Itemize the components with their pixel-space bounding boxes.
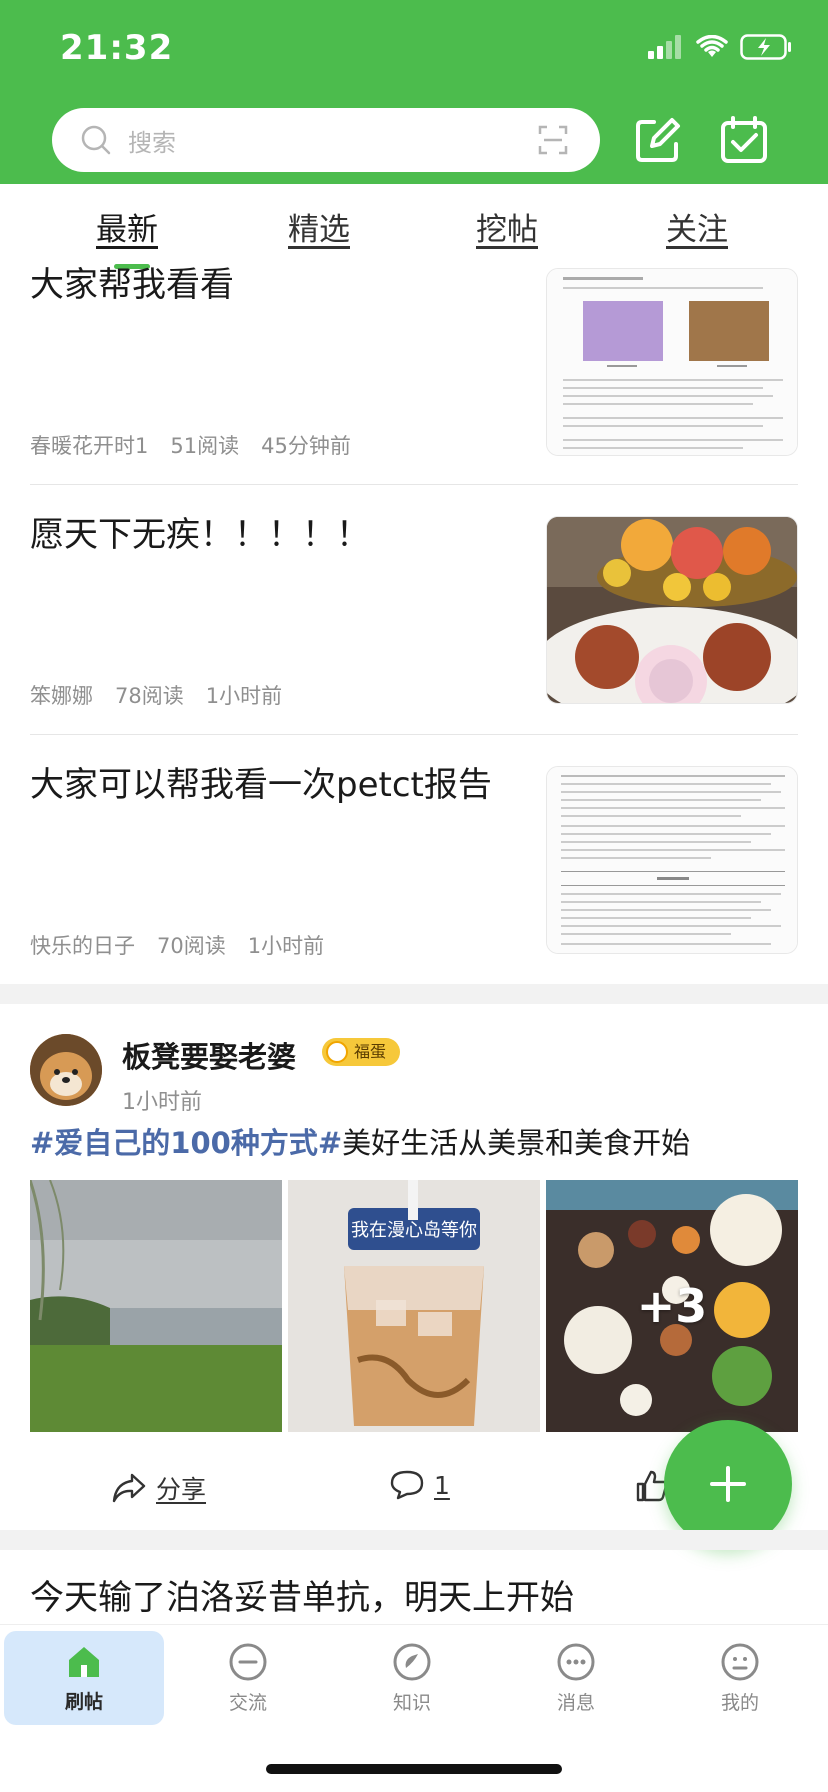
post-meta: 笨娜娜 78阅读 1小时前 xyxy=(30,680,282,710)
compose-icon[interactable] xyxy=(632,114,684,166)
lake-landscape-image xyxy=(30,1180,282,1432)
search-placeholder: 搜索 xyxy=(128,129,176,157)
post-photo[interactable] xyxy=(30,1180,282,1432)
post-reads: 78阅读 xyxy=(115,684,184,708)
status-badge: 福蛋 xyxy=(322,1038,401,1066)
plus-icon xyxy=(710,1466,746,1502)
post-thumbnail xyxy=(546,516,798,704)
chat-icon xyxy=(229,1643,267,1680)
iced-coffee-image: 我在漫心岛等你 xyxy=(288,1180,540,1432)
post-author: 春暖花开时1 xyxy=(30,434,149,458)
post-title: 大家可以帮我看一次petct报告 xyxy=(30,765,492,805)
feed-post[interactable]: 大家帮我看看 春暖花开时1 51阅读 45分钟前 xyxy=(30,258,798,458)
document-report-image xyxy=(547,767,797,953)
share-label: 分享 xyxy=(156,1475,207,1504)
nav-label: 我的 xyxy=(720,1691,759,1714)
search-input[interactable]: 搜索 xyxy=(52,108,600,172)
post-title: 愿天下无疾！！！！！ xyxy=(30,515,370,555)
create-post-button[interactable] xyxy=(664,1420,792,1548)
post-time: 1小时前 xyxy=(122,1090,202,1115)
status-icons xyxy=(648,34,792,60)
egg-icon xyxy=(326,1041,348,1063)
status-time: 21:32 xyxy=(60,28,174,68)
signal-icon xyxy=(648,35,681,59)
knowledge-icon xyxy=(393,1643,431,1680)
nav-item-profile[interactable]: 我的 xyxy=(660,1631,820,1725)
checkin-calendar-icon[interactable] xyxy=(718,114,770,166)
home-indicator xyxy=(266,1764,562,1774)
tab-dig[interactable]: 挖帖 xyxy=(476,204,538,249)
wifi-icon xyxy=(696,35,728,57)
tab-featured[interactable]: 精选 xyxy=(288,204,350,249)
post-author: 笨娜娜 xyxy=(30,684,93,708)
post-reads: 70阅读 xyxy=(157,934,226,958)
post-author: 快乐的日子 xyxy=(30,934,135,958)
post-time: 1小时前 xyxy=(247,934,325,958)
divider xyxy=(30,484,798,485)
post-thumbnail xyxy=(546,268,798,456)
nav-item-messages[interactable]: 消息 xyxy=(496,1631,656,1725)
home-icon xyxy=(69,1646,99,1677)
nav-item-community[interactable]: 交流 xyxy=(168,1631,328,1725)
tab-following[interactable]: 关注 xyxy=(666,204,728,249)
feed-tabs: 最新 精选 挖帖 关注 xyxy=(0,184,828,269)
hashtag-link[interactable]: #爱自己的100种方式# xyxy=(30,1126,342,1160)
section-gap xyxy=(0,984,828,1004)
post-text[interactable]: #爱自己的100种方式#美好生活从美景和美食开始 xyxy=(30,1118,690,1168)
nav-label: 消息 xyxy=(556,1691,595,1714)
nav-label: 交流 xyxy=(228,1691,267,1714)
post-time: 1小时前 xyxy=(205,684,283,708)
dog-avatar-image xyxy=(30,1034,102,1106)
nav-label: 刷帖 xyxy=(64,1690,103,1713)
post-photo[interactable]: +3 xyxy=(546,1180,798,1432)
post-thumbnail xyxy=(546,766,798,954)
feed-post[interactable]: 大家可以帮我看一次petct报告 快乐的日子 70阅读 1小时前 xyxy=(30,758,798,958)
post-reads: 51阅读 xyxy=(170,434,240,458)
share-icon xyxy=(112,1473,146,1503)
profile-icon xyxy=(721,1643,759,1680)
nav-item-feed[interactable]: 刷帖 xyxy=(4,1631,164,1725)
avatar[interactable] xyxy=(30,1034,102,1106)
post-time: 45分钟前 xyxy=(261,434,351,458)
fruit-and-mooncakes-image xyxy=(547,517,797,703)
scan-icon[interactable] xyxy=(538,125,568,155)
section-gap xyxy=(0,1530,828,1550)
comment-count: 1 xyxy=(434,1470,450,1500)
badge-label: 福蛋 xyxy=(354,1042,387,1061)
nav-label: 知识 xyxy=(392,1691,431,1714)
post-photo[interactable]: 我在漫心岛等你 xyxy=(288,1180,540,1432)
message-icon xyxy=(557,1643,595,1680)
more-photos-count: +3 xyxy=(636,1279,708,1333)
app-header: 21:32 搜索 xyxy=(0,0,828,184)
search-icon xyxy=(81,125,111,155)
post-title[interactable]: 今天输了泊洛妥昔单抗，明天上开始 xyxy=(30,1570,574,1619)
tab-latest[interactable]: 最新 xyxy=(96,204,158,249)
post-title: 大家帮我看看 xyxy=(30,265,234,305)
author-name[interactable]: 板凳要娶老婆 xyxy=(122,1034,296,1076)
post-meta: 快乐的日子 70阅读 1小时前 xyxy=(30,930,324,960)
divider xyxy=(30,734,798,735)
feed-post[interactable]: 愿天下无疾！！！！！ 笨娜娜 78阅读 1小时前 xyxy=(30,508,798,708)
document-report-image xyxy=(547,269,797,455)
post-meta: 春暖花开时1 51阅读 45分钟前 xyxy=(30,430,351,460)
nav-item-knowledge[interactable]: 知识 xyxy=(332,1631,492,1725)
post-body: 美好生活从美景和美食开始 xyxy=(342,1126,691,1160)
comment-icon xyxy=(390,1470,424,1500)
photo-overlay-text: 我在漫心岛等你 xyxy=(351,1220,477,1241)
battery-icon xyxy=(740,34,791,60)
comment-button[interactable]: 1 xyxy=(390,1470,450,1500)
share-button[interactable]: 分享 xyxy=(112,1470,206,1506)
